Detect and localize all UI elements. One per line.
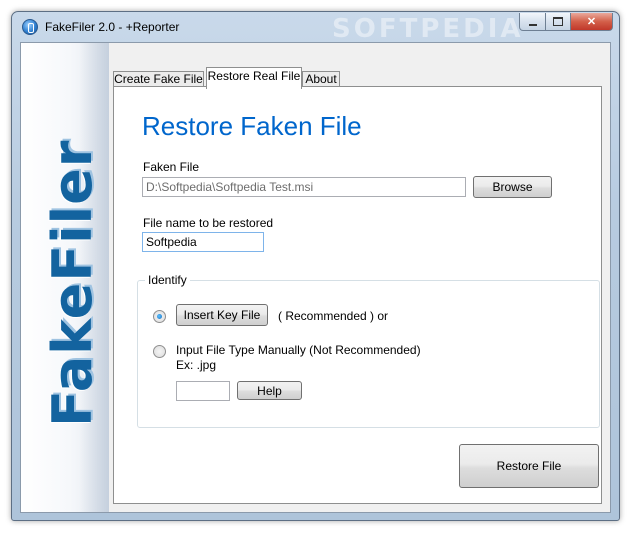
browse-button[interactable]: Browse [473,176,552,198]
manual-type-radio[interactable] [153,345,166,358]
maximize-button[interactable] [545,13,571,31]
faken-file-label: Faken File [143,160,200,174]
restore-file-button[interactable]: Restore File [459,444,599,488]
window-title: FakeFiler 2.0 - +Reporter [45,20,180,34]
restore-panel: Restore Faken File Faken File Browse Fil… [113,86,602,504]
insert-key-file-button[interactable]: Insert Key File [176,304,268,326]
key-file-radio[interactable] [153,310,166,323]
close-button[interactable]: ✕ [570,13,613,31]
manual-type-label: Input File Type Manually (Not Recommende… [176,343,421,357]
manual-type-example: Ex: .jpg [176,358,217,372]
minimize-button[interactable] [519,13,546,31]
app-icon[interactable] [22,19,38,35]
watermark: SOFTPEDIA [332,14,524,44]
identify-group-label: Identify [145,273,190,287]
minimize-icon [528,23,537,26]
file-type-field[interactable] [176,381,230,401]
client-area: FakeFiler Create Fake File Restore Real … [20,42,611,513]
restore-name-label: File name to be restored [143,216,274,230]
recommended-note: ( Recommended ) or [278,309,389,323]
help-button[interactable]: Help [237,381,302,400]
identify-group: Identify Insert Key File ( Recommended )… [137,273,600,428]
tab-restore-real-file[interactable]: Restore Real File [206,67,302,89]
fakefiler-logo: FakeFiler [41,139,104,427]
faken-file-field[interactable] [142,177,466,197]
restore-name-field[interactable] [142,232,264,252]
maximize-icon [553,17,563,26]
title-bar[interactable]: FakeFiler 2.0 - +Reporter SOFTPEDIA ✕ [12,12,619,44]
app-window: FakeFiler 2.0 - +Reporter SOFTPEDIA ✕ Fa… [11,11,620,521]
close-icon: ✕ [586,16,597,28]
page-title: Restore Faken File [142,111,362,141]
side-banner: FakeFiler [21,43,109,512]
